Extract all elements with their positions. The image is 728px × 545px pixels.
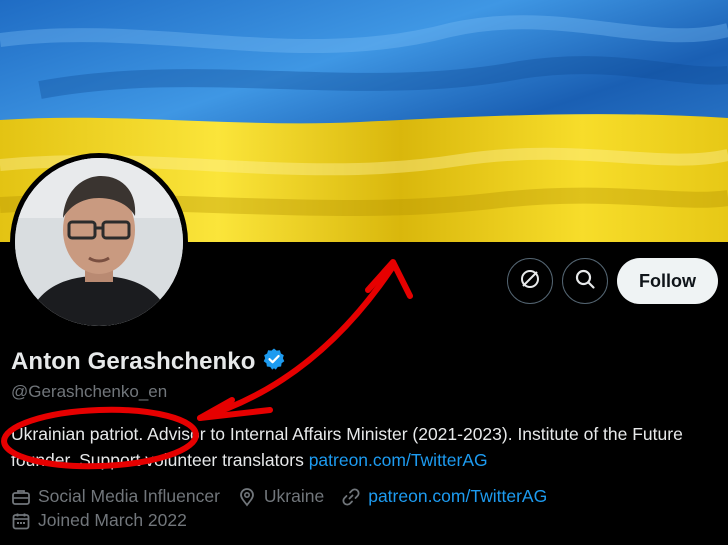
joined-label: Joined March 2022 xyxy=(38,510,187,530)
avatar[interactable] xyxy=(10,153,188,331)
joined-item: Joined March 2022 xyxy=(11,510,187,531)
search-icon xyxy=(574,268,596,295)
profile-meta: Social Media Influencer Ukraine patreon.… xyxy=(11,486,564,507)
profile-joined: Joined March 2022 xyxy=(11,510,204,531)
annotation-arrow xyxy=(197,265,395,421)
location-pin-icon xyxy=(237,487,257,507)
location-item: Ukraine xyxy=(237,486,324,507)
grok-icon xyxy=(519,268,541,295)
category-item: Social Media Influencer xyxy=(11,486,220,507)
calendar-icon xyxy=(11,511,31,531)
annotation-arrowhead-top xyxy=(365,259,413,299)
category-label[interactable]: Social Media Influencer xyxy=(38,486,220,507)
handle: @Gerashchenko_en xyxy=(11,382,168,401)
website-item: patreon.com/TwitterAG xyxy=(341,486,547,507)
verified-badge-icon[interactable] xyxy=(262,347,286,376)
website-link[interactable]: patreon.com/TwitterAG xyxy=(368,486,547,507)
avatar-photo xyxy=(15,158,183,326)
link-icon xyxy=(341,487,361,507)
annotation-arrowhead-bottom xyxy=(197,397,273,421)
bio: Ukrainian patriot. Advisor to Internal A… xyxy=(11,421,716,473)
name-row: Anton Gerashchenko xyxy=(11,347,286,376)
bio-link[interactable]: patreon.com/TwitterAG xyxy=(309,450,488,470)
follow-button[interactable]: Follow xyxy=(617,258,718,304)
briefcase-icon xyxy=(11,487,31,507)
location-label: Ukraine xyxy=(263,486,325,506)
display-name: Anton Gerashchenko xyxy=(11,347,256,375)
search-button[interactable] xyxy=(562,258,608,304)
grok-button[interactable] xyxy=(507,258,553,304)
